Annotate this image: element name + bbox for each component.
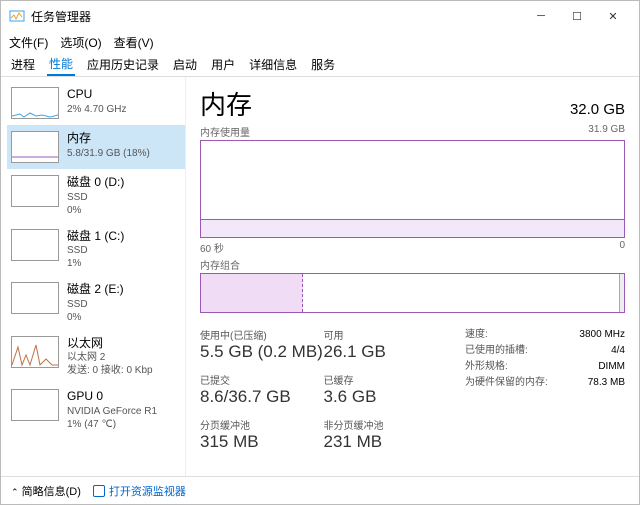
app-icon (9, 8, 25, 24)
stat-value-paged: 315 MB (200, 432, 324, 452)
stat-value-commit: 8.6/36.7 GB (200, 387, 324, 407)
tab-users[interactable]: 用户 (209, 54, 237, 75)
memory-thumbnail (11, 131, 59, 163)
menu-file[interactable]: 文件(F) (9, 34, 48, 51)
chart2-label: 内存组合 (200, 257, 240, 272)
minimize-button[interactable]: ─ (523, 2, 559, 30)
tab-services[interactable]: 服务 (309, 54, 337, 75)
right-value-form: DIMM (598, 359, 625, 375)
open-resource-monitor-link[interactable]: 打开资源监视器 (93, 483, 186, 499)
sidebar-item-disk-2[interactable]: 磁盘 2 (E:)SSD0% (7, 276, 185, 330)
task-manager-window: 任务管理器 ─ ☐ ✕ 文件(F) 选项(O) 查看(V) 进程 性能 应用历史… (0, 0, 640, 505)
sidebar-item-label: 磁盘 0 (D:) (67, 175, 124, 191)
chart1-x-right: 0 (619, 240, 625, 255)
maximize-button[interactable]: ☐ (559, 2, 595, 30)
right-label-form: 外形规格: (465, 359, 508, 375)
disk-thumbnail (11, 282, 59, 314)
chart1-label: 内存使用量 (200, 124, 250, 139)
memory-total: 32.0 GB (570, 101, 625, 118)
composition-used (201, 274, 303, 312)
gpu-thumbnail (11, 389, 59, 421)
sidebar-item-gpu-0[interactable]: GPU 0NVIDIA GeForce R11% (47 ℃) (7, 383, 185, 437)
composition-reserved (619, 274, 624, 312)
sidebar-item-label: 以太网 (67, 336, 153, 352)
right-label-reserved: 为硬件保留的内存: (465, 375, 548, 391)
menubar: 文件(F) 选项(O) 查看(V) (1, 31, 639, 53)
main-panel: 内存 32.0 GB 内存使用量 31.9 GB 60 秒 0 内存组合 (186, 77, 639, 476)
disk-thumbnail (11, 229, 59, 261)
close-button[interactable]: ✕ (595, 2, 631, 30)
stat-label-nonpaged: 非分页缓冲池 (324, 417, 448, 432)
memory-usage-chart[interactable] (200, 140, 625, 238)
sidebar-item-memory[interactable]: 内存5.8/31.9 GB (18%) (7, 125, 185, 169)
body: CPU2% 4.70 GHz 内存5.8/31.9 GB (18%) 磁盘 0 … (1, 77, 639, 476)
sidebar-item-ethernet[interactable]: 以太网以太网 2发送: 0 接收: 0 Kbp (7, 330, 185, 384)
sidebar-item-disk-0[interactable]: 磁盘 0 (D:)SSD0% (7, 169, 185, 223)
cpu-thumbnail (11, 87, 59, 119)
tab-performance[interactable]: 性能 (47, 53, 75, 76)
menu-options[interactable]: 选项(O) (60, 34, 101, 51)
chart1-max: 31.9 GB (588, 124, 625, 139)
chart1-x-left: 60 秒 (200, 240, 224, 255)
tab-processes[interactable]: 进程 (9, 54, 37, 75)
ethernet-thumbnail (11, 336, 59, 368)
stat-label-paged: 分页缓冲池 (200, 417, 324, 432)
window-title: 任务管理器 (31, 8, 523, 25)
chart1-fill (201, 219, 624, 237)
sidebar-item-label: 磁盘 2 (E:) (67, 282, 124, 298)
sidebar-item-label: 内存 (67, 131, 150, 147)
tab-app-history[interactable]: 应用历史记录 (85, 54, 161, 75)
sidebar: CPU2% 4.70 GHz 内存5.8/31.9 GB (18%) 磁盘 0 … (1, 77, 186, 476)
composition-available (303, 274, 619, 312)
stats: 使用中(已压缩)5.5 GB (0.2 MB) 可用26.1 GB 已提交8.6… (200, 327, 625, 462)
right-value-speed: 3800 MHz (579, 327, 625, 343)
tab-startup[interactable]: 启动 (171, 54, 199, 75)
footer: ⌃ 简略信息(D) 打开资源监视器 (1, 476, 639, 504)
sidebar-item-disk-1[interactable]: 磁盘 1 (C:)SSD1% (7, 223, 185, 277)
stat-label-cached: 已缓存 (324, 372, 448, 387)
stat-value-cached: 3.6 GB (324, 387, 448, 407)
titlebar[interactable]: 任务管理器 ─ ☐ ✕ (1, 1, 639, 31)
right-value-reserved: 78.3 MB (588, 375, 625, 391)
stat-label-used: 使用中(已压缩) (200, 327, 324, 342)
stat-value-nonpaged: 231 MB (324, 432, 448, 452)
monitor-icon (93, 485, 105, 497)
fewer-details-button[interactable]: ⌃ 简略信息(D) (11, 483, 81, 499)
stat-value-avail: 26.1 GB (324, 342, 448, 362)
right-label-slots: 已使用的插槽: (465, 343, 528, 359)
tabbar: 进程 性能 应用历史记录 启动 用户 详细信息 服务 (1, 53, 639, 77)
window-controls: ─ ☐ ✕ (523, 2, 631, 30)
right-value-slots: 4/4 (611, 343, 625, 359)
menu-view[interactable]: 查看(V) (114, 34, 154, 51)
stat-label-avail: 可用 (324, 327, 448, 342)
tab-details[interactable]: 详细信息 (247, 54, 299, 75)
disk-thumbnail (11, 175, 59, 207)
sidebar-item-cpu[interactable]: CPU2% 4.70 GHz (7, 81, 185, 125)
right-label-speed: 速度: (465, 327, 488, 343)
stat-value-used: 5.5 GB (0.2 MB) (200, 342, 324, 362)
sidebar-item-label: CPU (67, 87, 126, 103)
chevron-up-icon: ⌃ (11, 487, 19, 497)
page-title: 内存 (200, 85, 252, 122)
memory-composition-chart[interactable] (200, 273, 625, 313)
stats-right: 速度: 3800 MHz 已使用的插槽: 4/4 外形规格: DIMM 为硬件保留的内… (465, 327, 625, 462)
sidebar-item-label: 磁盘 1 (C:) (67, 229, 124, 245)
stat-label-commit: 已提交 (200, 372, 324, 387)
sidebar-item-label: GPU 0 (67, 389, 157, 405)
